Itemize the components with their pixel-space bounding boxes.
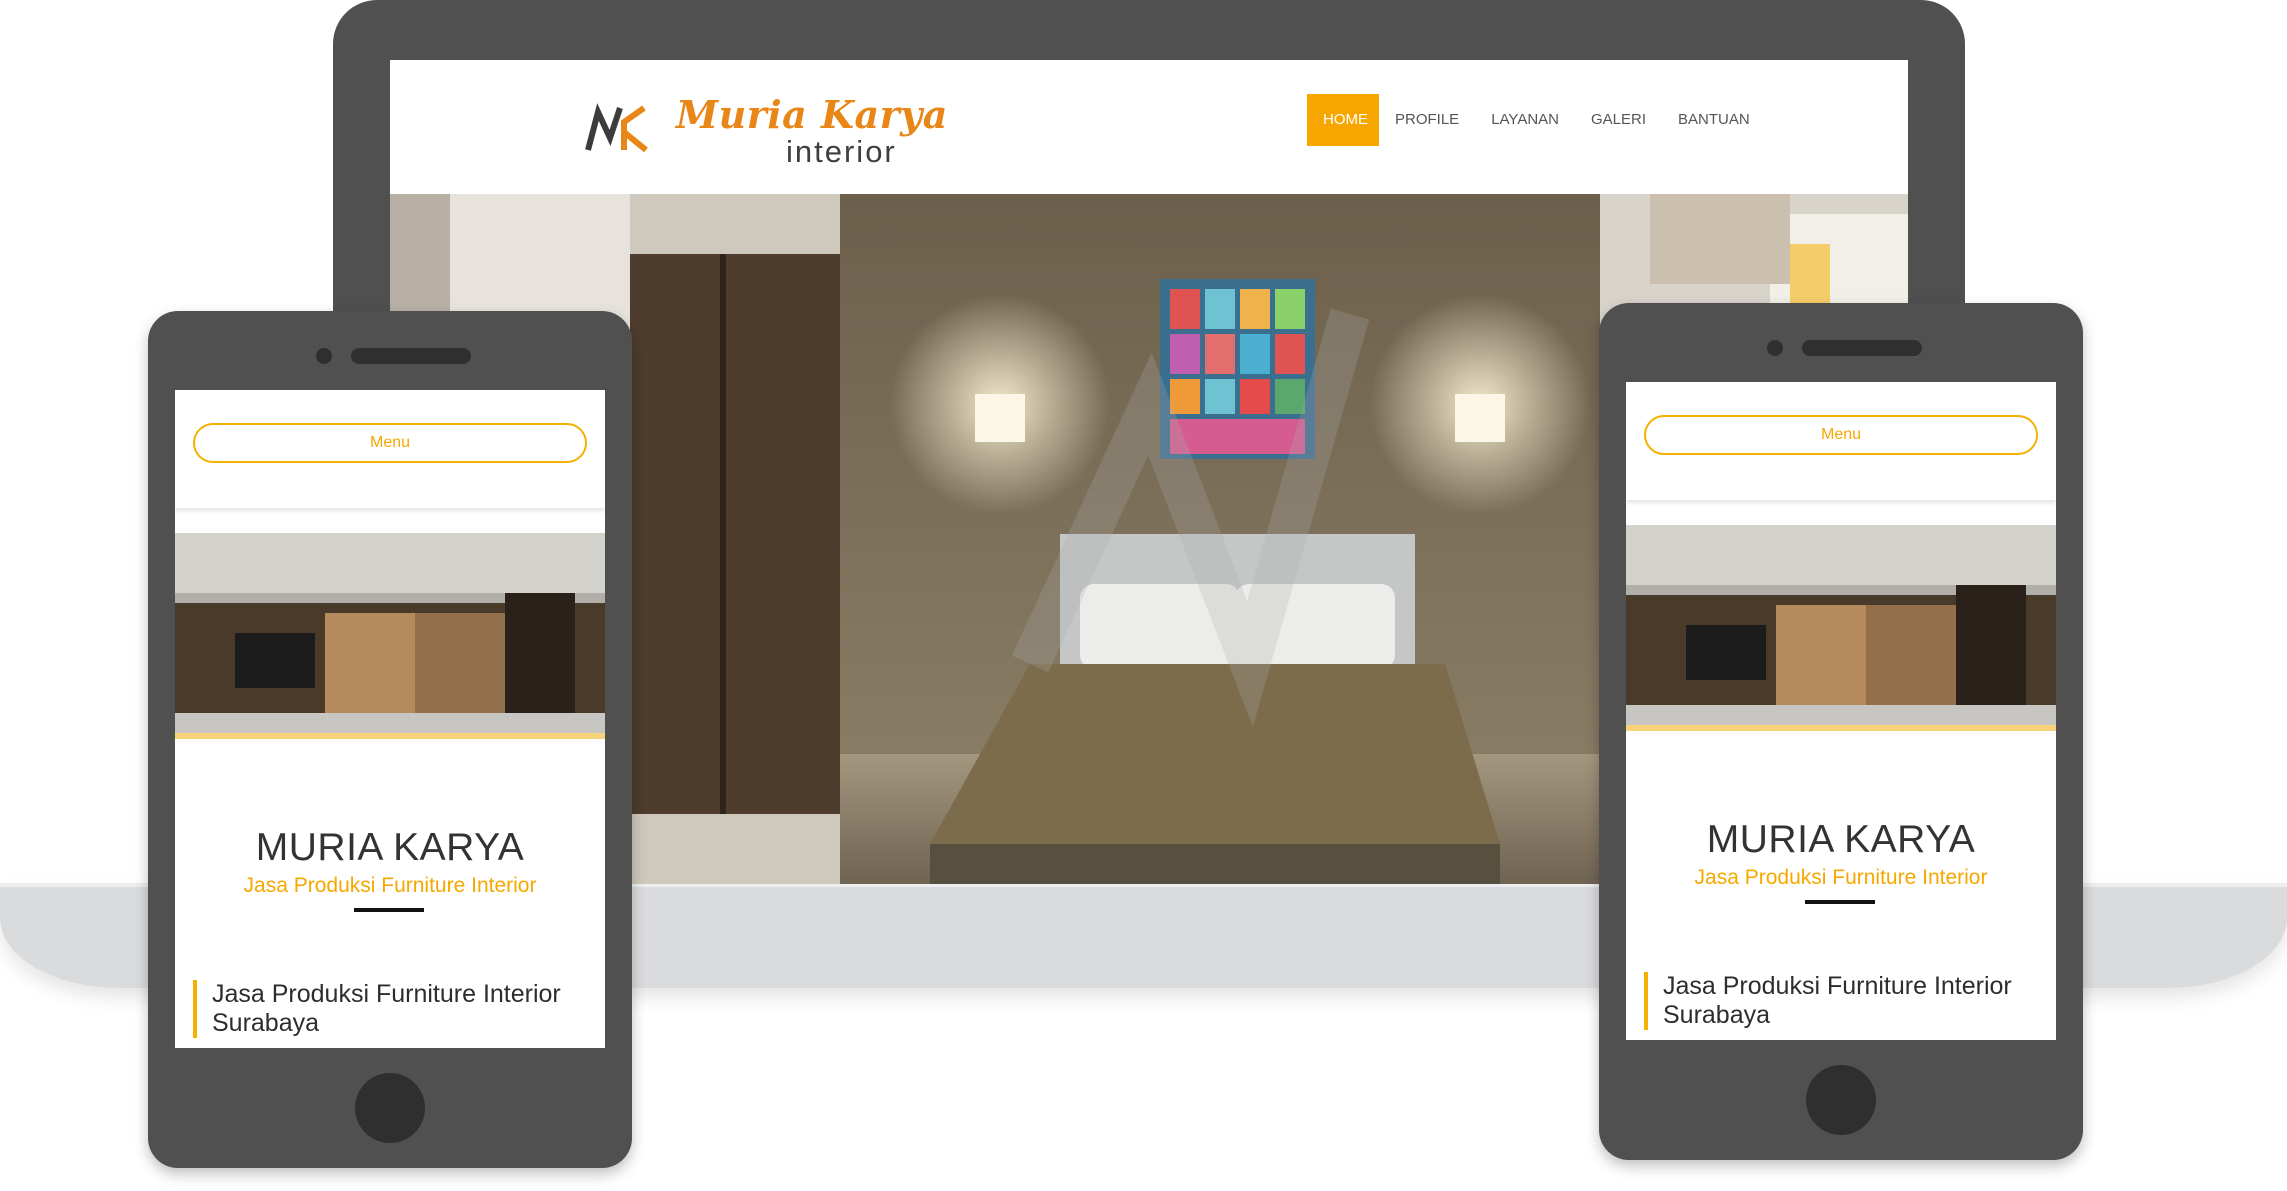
nav-item-layanan[interactable]: LAYANAN <box>1475 94 1575 146</box>
mobile-tagline: Jasa Produksi Furniture Interior <box>243 874 537 897</box>
phone-camera <box>1767 340 1783 356</box>
mobile-header: Menu <box>175 390 605 508</box>
brand-name: Muria Karya <box>676 92 948 137</box>
mobile-tagline: Jasa Produksi Furniture Interior <box>1694 866 1988 889</box>
section-heading: Jasa Produksi Furniture Interior Surabay… <box>1644 972 2043 1030</box>
title-rule <box>1805 900 1875 904</box>
brand-subtitle: interior <box>786 134 897 169</box>
phone-left: Menu MURIA KARYA Jasa Produksi Furniture… <box>148 311 632 1168</box>
main-nav: HOME PROFILE LAYANAN GALERI BANTUAN <box>1307 94 1766 146</box>
section-heading-text: Jasa Produksi Furniture Interior Surabay… <box>212 980 561 1037</box>
phone-right-screen: Menu MURIA KARYA Jasa Produksi Furniture… <box>1626 382 2056 1040</box>
phone-right: Menu MURIA KARYA Jasa Produksi Furniture… <box>1599 303 2083 1160</box>
nav-item-bantuan[interactable]: BANTUAN <box>1662 94 1766 146</box>
mobile-title: MURIA KARYA <box>255 826 525 869</box>
nav-item-galeri[interactable]: GALERI <box>1575 94 1662 146</box>
hero-divider <box>1626 725 2056 731</box>
mobile-header: Menu <box>1626 382 2056 500</box>
hero-divider <box>175 733 605 739</box>
nav-item-profile[interactable]: PROFILE <box>1379 94 1475 146</box>
section-heading: Jasa Produksi Furniture Interior Surabay… <box>193 980 592 1038</box>
mobile-hero-image <box>175 533 605 733</box>
home-button[interactable] <box>355 1073 425 1143</box>
section-heading-text: Jasa Produksi Furniture Interior Surabay… <box>1663 972 2012 1029</box>
mobile-hero-image <box>1626 525 2056 725</box>
phone-left-screen: Menu MURIA KARYA Jasa Produksi Furniture… <box>175 390 605 1048</box>
phone-speaker <box>351 348 471 364</box>
phone-speaker <box>1802 340 1922 356</box>
nav-item-home[interactable]: HOME <box>1307 94 1379 146</box>
menu-button[interactable]: Menu <box>1644 415 2038 455</box>
title-rule <box>354 908 424 912</box>
menu-button[interactable]: Menu <box>193 423 587 463</box>
site-logo[interactable]: Muria Karya interior <box>584 92 984 172</box>
mk-logo-icon <box>585 103 648 153</box>
mobile-title: MURIA KARYA <box>1706 818 1976 861</box>
phone-camera <box>316 348 332 364</box>
home-button[interactable] <box>1806 1065 1876 1135</box>
site-header: Muria Karya interior HOME PROFILE LAYANAN G… <box>390 60 1908 194</box>
